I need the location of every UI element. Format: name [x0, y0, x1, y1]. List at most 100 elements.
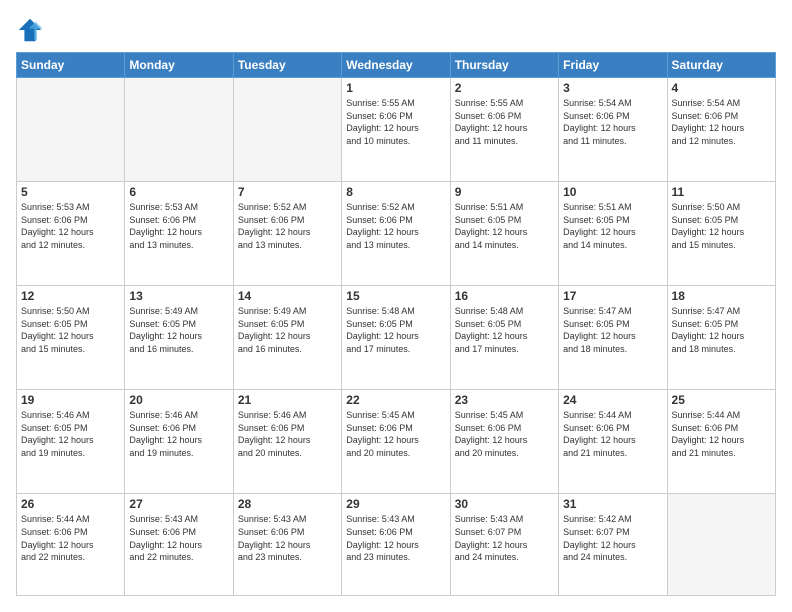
calendar-cell — [667, 494, 775, 596]
day-number: 1 — [346, 81, 445, 95]
calendar-cell: 7 Sunrise: 5:52 AM Sunset: 6:06 PM Daylig… — [233, 182, 341, 286]
day-number: 6 — [129, 185, 228, 199]
calendar-cell: 1 Sunrise: 5:55 AM Sunset: 6:06 PM Daylig… — [342, 78, 450, 182]
day-number: 4 — [672, 81, 771, 95]
day-number: 5 — [21, 185, 120, 199]
day-number: 21 — [238, 393, 337, 407]
day-info: Sunrise: 5:47 AM Sunset: 6:05 PM Dayligh… — [672, 305, 771, 355]
weekday-header-sunday: Sunday — [17, 53, 125, 78]
calendar-cell: 5 Sunrise: 5:53 AM Sunset: 6:06 PM Daylig… — [17, 182, 125, 286]
calendar-cell: 12 Sunrise: 5:50 AM Sunset: 6:05 PM Dayli… — [17, 286, 125, 390]
calendar-cell: 18Sunrise: 5:47 AM Sunset: 6:05 PM Dayli… — [667, 286, 775, 390]
day-info: Sunrise: 5:44 AM Sunset: 6:06 PM Dayligh… — [672, 409, 771, 459]
calendar-cell: 23Sunrise: 5:45 AM Sunset: 6:06 PM Dayli… — [450, 390, 558, 494]
weekday-header-thursday: Thursday — [450, 53, 558, 78]
day-number: 8 — [346, 185, 445, 199]
calendar-cell: 30 Sunrise: 5:43 AM Sunset: 6:07 PM Dayli… — [450, 494, 558, 596]
day-number: 26 — [21, 497, 120, 511]
calendar-cell: 27 Sunrise: 5:43 AM Sunset: 6:06 PM Dayli… — [125, 494, 233, 596]
day-number: 3 — [563, 81, 662, 95]
day-number: 10 — [563, 185, 662, 199]
calendar-cell — [125, 78, 233, 182]
calendar-cell: 28 Sunrise: 5:43 AM Sunset: 6:06 PM Dayli… — [233, 494, 341, 596]
day-info: Sunrise: 5:46 AM Sunset: 6:06 PM Dayligh… — [129, 409, 228, 459]
day-number: 12 — [21, 289, 120, 303]
weekday-header-row: SundayMondayTuesdayWednesdayThursdayFrid… — [17, 53, 776, 78]
day-info: Sunrise: 5:50 AM Sunset: 6:05 PM Dayligh… — [672, 201, 771, 251]
day-info: Sunrise: 5:46 AM Sunset: 6:06 PM Dayligh… — [238, 409, 337, 459]
calendar-cell: 24Sunrise: 5:44 AM Sunset: 6:06 PM Dayli… — [559, 390, 667, 494]
calendar-cell: 15 Sunrise: 5:48 AM Sunset: 6:05 PM Dayli… — [342, 286, 450, 390]
day-number: 23 — [455, 393, 554, 407]
calendar-cell: 21 Sunrise: 5:46 AM Sunset: 6:06 PM Dayli… — [233, 390, 341, 494]
calendar-cell: 8 Sunrise: 5:52 AM Sunset: 6:06 PM Daylig… — [342, 182, 450, 286]
day-info: Sunrise: 5:43 AM Sunset: 6:06 PM Dayligh… — [346, 513, 445, 563]
calendar-week-row: 5 Sunrise: 5:53 AM Sunset: 6:06 PM Daylig… — [17, 182, 776, 286]
calendar-cell: 22 Sunrise: 5:45 AM Sunset: 6:06 PM Dayli… — [342, 390, 450, 494]
day-info: Sunrise: 5:42 AM Sunset: 6:07 PM Dayligh… — [563, 513, 662, 563]
day-number: 24 — [563, 393, 662, 407]
logo-icon — [16, 16, 44, 44]
day-info: Sunrise: 5:49 AM Sunset: 6:05 PM Dayligh… — [129, 305, 228, 355]
day-info: Sunrise: 5:55 AM Sunset: 6:06 PM Dayligh… — [346, 97, 445, 147]
day-info: Sunrise: 5:55 AM Sunset: 6:06 PM Dayligh… — [455, 97, 554, 147]
day-info: Sunrise: 5:43 AM Sunset: 6:06 PM Dayligh… — [129, 513, 228, 563]
calendar-cell — [233, 78, 341, 182]
calendar-cell: 14Sunrise: 5:49 AM Sunset: 6:05 PM Dayli… — [233, 286, 341, 390]
day-info: Sunrise: 5:52 AM Sunset: 6:06 PM Dayligh… — [346, 201, 445, 251]
day-number: 22 — [346, 393, 445, 407]
day-info: Sunrise: 5:50 AM Sunset: 6:05 PM Dayligh… — [21, 305, 120, 355]
day-info: Sunrise: 5:53 AM Sunset: 6:06 PM Dayligh… — [129, 201, 228, 251]
calendar-week-row: 1 Sunrise: 5:55 AM Sunset: 6:06 PM Daylig… — [17, 78, 776, 182]
calendar-cell: 9Sunrise: 5:51 AM Sunset: 6:05 PM Daylig… — [450, 182, 558, 286]
day-number: 27 — [129, 497, 228, 511]
calendar-cell: 2 Sunrise: 5:55 AM Sunset: 6:06 PM Daylig… — [450, 78, 558, 182]
calendar-cell: 29 Sunrise: 5:43 AM Sunset: 6:06 PM Dayli… — [342, 494, 450, 596]
day-info: Sunrise: 5:43 AM Sunset: 6:07 PM Dayligh… — [455, 513, 554, 563]
day-number: 14 — [238, 289, 337, 303]
weekday-header-wednesday: Wednesday — [342, 53, 450, 78]
day-number: 2 — [455, 81, 554, 95]
day-info: Sunrise: 5:43 AM Sunset: 6:06 PM Dayligh… — [238, 513, 337, 563]
weekday-header-saturday: Saturday — [667, 53, 775, 78]
weekday-header-monday: Monday — [125, 53, 233, 78]
calendar-cell: 16 Sunrise: 5:48 AM Sunset: 6:05 PM Dayli… — [450, 286, 558, 390]
day-number: 7 — [238, 185, 337, 199]
day-info: Sunrise: 5:48 AM Sunset: 6:05 PM Dayligh… — [346, 305, 445, 355]
day-info: Sunrise: 5:52 AM Sunset: 6:06 PM Dayligh… — [238, 201, 337, 251]
day-number: 30 — [455, 497, 554, 511]
day-info: Sunrise: 5:45 AM Sunset: 6:06 PM Dayligh… — [346, 409, 445, 459]
day-info: Sunrise: 5:51 AM Sunset: 6:05 PM Dayligh… — [563, 201, 662, 251]
day-number: 29 — [346, 497, 445, 511]
weekday-header-tuesday: Tuesday — [233, 53, 341, 78]
calendar-cell: 6 Sunrise: 5:53 AM Sunset: 6:06 PM Daylig… — [125, 182, 233, 286]
day-info: Sunrise: 5:53 AM Sunset: 6:06 PM Dayligh… — [21, 201, 120, 251]
calendar-cell: 17 Sunrise: 5:47 AM Sunset: 6:05 PM Dayli… — [559, 286, 667, 390]
day-number: 28 — [238, 497, 337, 511]
day-info: Sunrise: 5:48 AM Sunset: 6:05 PM Dayligh… — [455, 305, 554, 355]
day-info: Sunrise: 5:47 AM Sunset: 6:05 PM Dayligh… — [563, 305, 662, 355]
calendar-week-row: 12 Sunrise: 5:50 AM Sunset: 6:05 PM Dayli… — [17, 286, 776, 390]
day-info: Sunrise: 5:51 AM Sunset: 6:05 PM Dayligh… — [455, 201, 554, 251]
day-number: 17 — [563, 289, 662, 303]
calendar-week-row: 19Sunrise: 5:46 AM Sunset: 6:05 PM Dayli… — [17, 390, 776, 494]
calendar-cell: 19Sunrise: 5:46 AM Sunset: 6:05 PM Dayli… — [17, 390, 125, 494]
day-number: 16 — [455, 289, 554, 303]
calendar-cell: 4 Sunrise: 5:54 AM Sunset: 6:06 PM Daylig… — [667, 78, 775, 182]
calendar-cell: 26 Sunrise: 5:44 AM Sunset: 6:06 PM Dayli… — [17, 494, 125, 596]
calendar-cell — [17, 78, 125, 182]
logo — [16, 16, 46, 44]
day-number: 31 — [563, 497, 662, 511]
calendar-table: SundayMondayTuesdayWednesdayThursdayFrid… — [16, 52, 776, 596]
calendar-cell: 11 Sunrise: 5:50 AM Sunset: 6:05 PM Dayli… — [667, 182, 775, 286]
page: SundayMondayTuesdayWednesdayThursdayFrid… — [0, 0, 792, 612]
day-number: 20 — [129, 393, 228, 407]
day-info: Sunrise: 5:46 AM Sunset: 6:05 PM Dayligh… — [21, 409, 120, 459]
day-info: Sunrise: 5:44 AM Sunset: 6:06 PM Dayligh… — [21, 513, 120, 563]
day-info: Sunrise: 5:54 AM Sunset: 6:06 PM Dayligh… — [672, 97, 771, 147]
calendar-cell: 13Sunrise: 5:49 AM Sunset: 6:05 PM Dayli… — [125, 286, 233, 390]
weekday-header-friday: Friday — [559, 53, 667, 78]
day-number: 11 — [672, 185, 771, 199]
day-number: 15 — [346, 289, 445, 303]
calendar-cell: 25Sunrise: 5:44 AM Sunset: 6:06 PM Dayli… — [667, 390, 775, 494]
